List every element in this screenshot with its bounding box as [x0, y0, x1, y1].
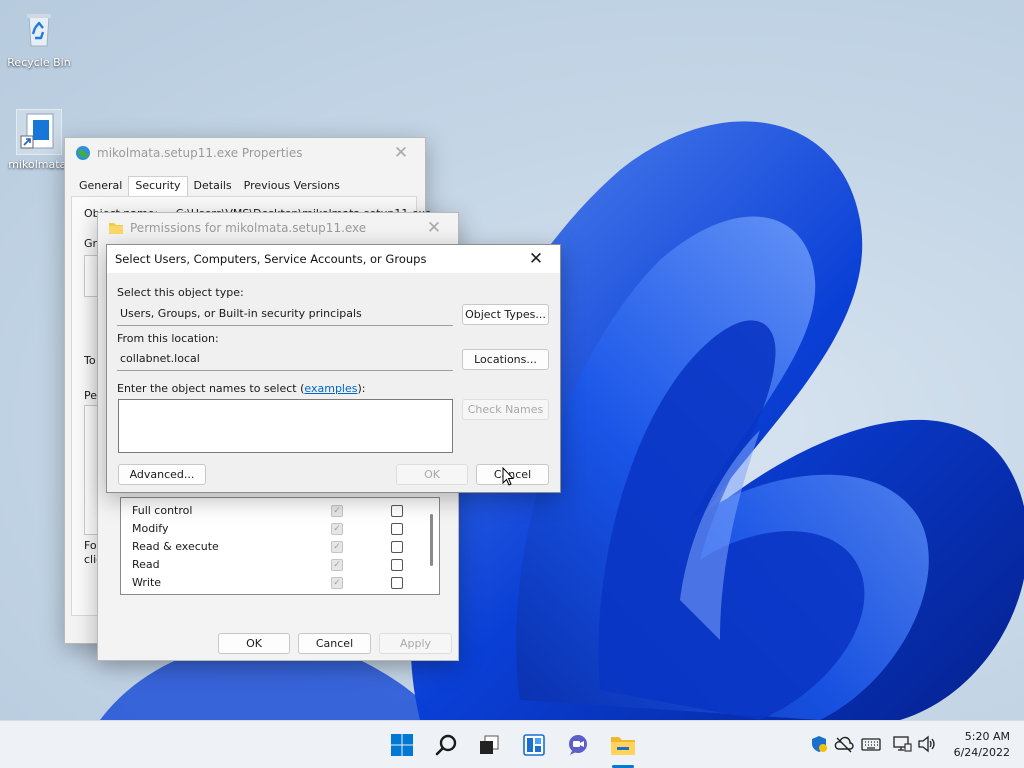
select-users-dialog: Select Users, Computers, Service Account…	[106, 244, 561, 493]
properties-title: mikolmata.setup11.exe Properties	[97, 146, 303, 160]
names-label: Enter the object names to select (exampl…	[117, 382, 365, 395]
object-type-field: Users, Groups, or Built-in security prin…	[117, 304, 453, 326]
shortcut-file-icon	[16, 109, 62, 155]
clock[interactable]: 5:20 AM 6/24/2022	[954, 729, 1010, 761]
object-type-label: Select this object type:	[117, 286, 244, 299]
permission-name: Read & execute	[132, 540, 219, 553]
deny-checkbox[interactable]	[391, 505, 403, 517]
locations-button[interactable]: Locations...	[462, 349, 549, 370]
tab-general[interactable]: General	[73, 176, 128, 196]
properties-tabs: General Security Details Previous Versio…	[73, 176, 346, 196]
object-names-input[interactable]	[118, 399, 453, 453]
permissions-titlebar[interactable]: Permissions for mikolmata.setup11.exe ✕	[98, 213, 458, 243]
properties-titlebar[interactable]: mikolmata.setup11.exe Properties ✕	[65, 138, 425, 168]
permission-row: Modify ✓	[121, 521, 421, 539]
start-icon[interactable]	[388, 731, 416, 759]
permission-name: Modify	[132, 522, 169, 535]
clock-date: 6/24/2022	[953, 746, 1010, 759]
file-explorer-icon[interactable]	[609, 731, 637, 759]
object-types-button[interactable]: Object Types...	[462, 304, 549, 325]
tab-details[interactable]: Details	[188, 176, 238, 196]
select-dialog-titlebar[interactable]: Select Users, Computers, Service Account…	[107, 245, 560, 273]
keyboard-icon[interactable]	[861, 736, 881, 756]
deny-checkbox[interactable]	[391, 559, 403, 571]
network-icon[interactable]	[892, 735, 912, 757]
select-dialog-title: Select Users, Computers, Service Account…	[115, 252, 427, 266]
desktop-icon-label: Recycle Bin	[7, 56, 71, 69]
permission-name: Write	[132, 576, 162, 589]
task-view-icon[interactable]	[475, 731, 503, 759]
security-shield-icon[interactable]	[810, 735, 828, 757]
location-field: collabnet.local	[117, 349, 453, 371]
allow-checkbox[interactable]: ✓	[331, 541, 343, 553]
names-label-prefix: Enter the object names to select (	[117, 382, 305, 395]
groups-label-partial: Gr	[84, 237, 98, 250]
close-icon[interactable]: ✕	[522, 246, 550, 272]
cancel-button[interactable]: Cancel	[298, 633, 371, 654]
to-label-partial: To	[84, 354, 96, 367]
recycle-bin-icon	[17, 8, 61, 52]
allow-checkbox[interactable]: ✓	[331, 505, 343, 517]
app-globe-icon	[75, 145, 91, 161]
taskbar: 5:20 AM 6/24/2022	[0, 720, 1024, 768]
advanced-button[interactable]: Advanced...	[118, 464, 206, 485]
permission-row: Read & execute ✓	[121, 539, 421, 557]
allow-checkbox[interactable]: ✓	[331, 559, 343, 571]
permissions-list: Full control ✓ Modify ✓ Read & execute ✓ Read ✓…	[120, 497, 440, 595]
permissions-scrollbar[interactable]	[430, 514, 433, 566]
ok-button[interactable]: OK	[218, 633, 290, 654]
allow-checkbox[interactable]: ✓	[331, 523, 343, 535]
deny-checkbox[interactable]	[391, 523, 403, 535]
volume-icon[interactable]	[917, 735, 937, 757]
permission-row: Read ✓	[121, 557, 421, 575]
permission-row: Write ✓	[121, 575, 421, 593]
search-icon[interactable]	[433, 731, 461, 759]
allow-checkbox[interactable]: ✓	[331, 577, 343, 589]
permissions-label-partial: Pe	[84, 389, 98, 402]
names-label-suffix: ):	[357, 382, 366, 395]
clock-time: 5:20 AM	[964, 730, 1010, 743]
widgets-icon[interactable]	[520, 731, 548, 759]
permissions-title: Permissions for mikolmata.setup11.exe	[130, 221, 367, 235]
check-names-button[interactable]: Check Names	[462, 399, 549, 420]
deny-checkbox[interactable]	[391, 577, 403, 589]
chat-icon[interactable]	[564, 731, 592, 759]
ok-button[interactable]: OK	[396, 464, 468, 485]
close-icon[interactable]: ✕	[387, 140, 415, 166]
permission-name: Full control	[132, 504, 193, 517]
apply-button[interactable]: Apply	[379, 633, 452, 654]
desktop-icon-recycle-bin[interactable]: Recycle Bin	[2, 8, 76, 69]
close-icon[interactable]: ✕	[420, 215, 448, 241]
permission-name: Read	[132, 558, 160, 571]
onedrive-icon[interactable]	[834, 735, 854, 757]
tab-security[interactable]: Security	[128, 176, 188, 196]
deny-checkbox[interactable]	[391, 541, 403, 553]
tab-previous-versions[interactable]: Previous Versions	[238, 176, 346, 196]
mouse-cursor-icon	[502, 467, 514, 486]
folder-icon	[108, 220, 124, 236]
permission-row: Full control ✓	[121, 503, 421, 521]
examples-link[interactable]: examples	[304, 382, 357, 395]
location-label: From this location:	[117, 332, 219, 345]
